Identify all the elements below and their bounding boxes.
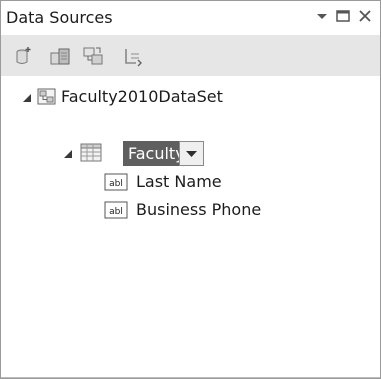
data-sources-panel: Data Sources Faculty2010DataSet Faculty … (0, 0, 381, 379)
add-data-source-icon[interactable] (12, 45, 34, 67)
maximize-icon[interactable] (334, 7, 352, 25)
chevron-down-icon (186, 151, 197, 157)
textbox-field-icon: abl (104, 201, 128, 219)
refresh-icon[interactable] (122, 45, 144, 67)
data-sources-toolbar (1, 35, 380, 76)
tree-field-business-phone[interactable]: Business Phone (136, 200, 261, 219)
svg-text:abl: abl (109, 179, 123, 189)
panel-titlebar: Data Sources (1, 1, 380, 35)
collapse-toggle-icon[interactable] (21, 92, 33, 104)
collapse-toggle-icon[interactable] (62, 148, 74, 160)
configure-dataset-icon[interactable] (82, 45, 104, 67)
edit-dataset-designer-icon[interactable] (49, 45, 71, 67)
control-type-dropdown-button[interactable] (179, 141, 204, 166)
dataset-icon (37, 88, 56, 105)
close-icon[interactable] (356, 7, 374, 25)
datagrid-icon (80, 143, 102, 162)
pin-dropdown-icon[interactable] (313, 7, 331, 25)
panel-title: Data Sources (6, 8, 113, 27)
tree-node-dataset[interactable]: Faculty2010DataSet (61, 87, 223, 106)
panel-bottom-border (1, 377, 380, 378)
textbox-field-icon: abl (104, 173, 128, 191)
tree-field-last-name[interactable]: Last Name (136, 172, 222, 191)
svg-text:abl: abl (109, 207, 123, 217)
